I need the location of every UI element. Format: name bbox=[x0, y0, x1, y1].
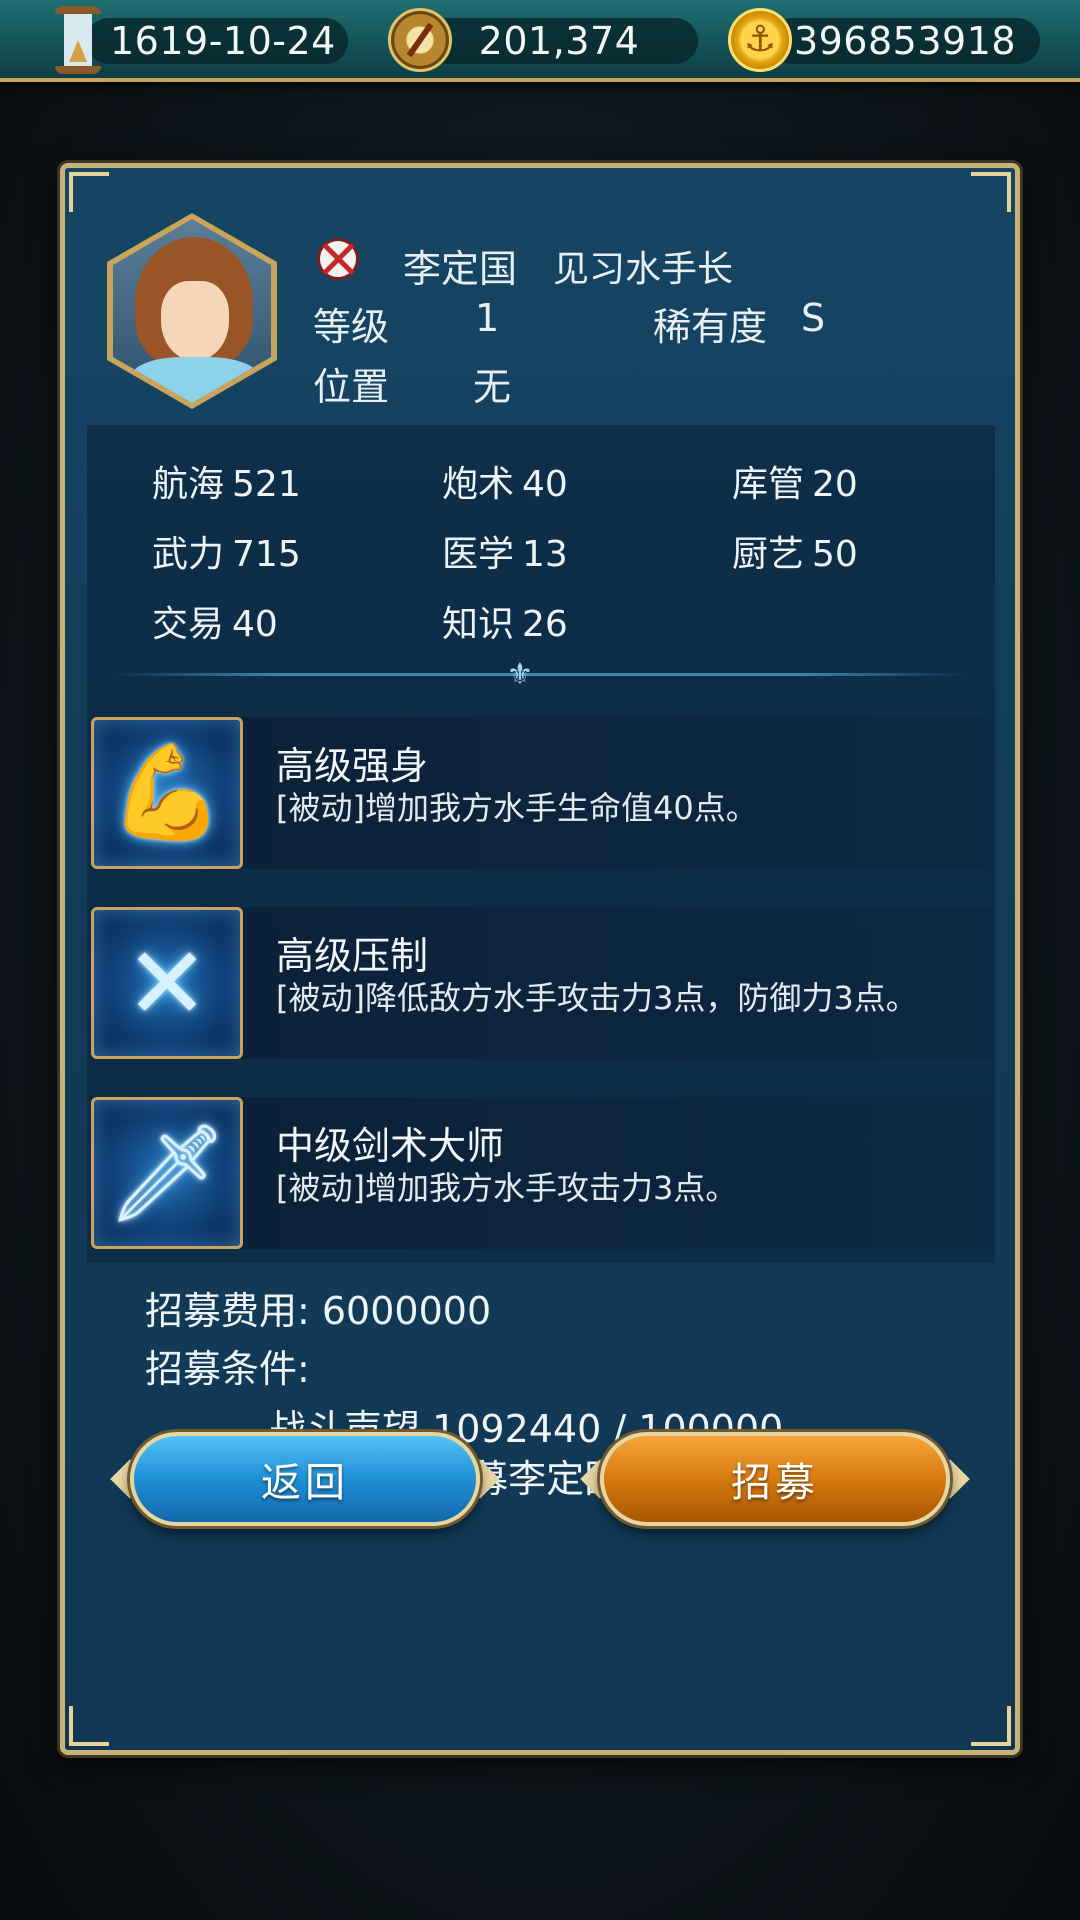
stat-value: 13 bbox=[522, 534, 568, 575]
avatar-portrait bbox=[113, 219, 271, 403]
recruit-button[interactable]: 招募 bbox=[600, 1432, 950, 1526]
rarity-value: S bbox=[801, 296, 826, 340]
back-button[interactable]: 返回 bbox=[130, 1432, 480, 1526]
stat-label: 交易 bbox=[152, 604, 225, 645]
sword-icon: 🗡 bbox=[91, 1097, 243, 1249]
corner-ornament bbox=[971, 1706, 1011, 1746]
rarity-label: 稀有度 bbox=[653, 305, 768, 349]
stat-value: 26 bbox=[522, 604, 568, 645]
avatar-face bbox=[161, 281, 229, 361]
compass-value: 201,374 bbox=[478, 19, 640, 63]
stat-medicine: 医学 13 bbox=[442, 525, 568, 577]
gold-display: 396853918 bbox=[770, 18, 1040, 64]
stats-skills-box: 航海 521 炮术 40 库管 20 武力 715 医学 13 厨艺 50 交易 40 知识 2… bbox=[87, 423, 995, 1263]
stat-label: 库管 bbox=[732, 464, 805, 505]
date-value: 1619-10-24 bbox=[110, 19, 336, 63]
skill-row[interactable]: 🗡 中级剑术大师 [被动]增加我方水手攻击力3点。 bbox=[91, 1097, 991, 1249]
stat-value: 40 bbox=[522, 464, 568, 505]
skill-description: [被动]增加我方水手攻击力3点。 bbox=[276, 1169, 738, 1207]
skill-description: [被动]降低敌方水手攻击力3点，防御力3点。 bbox=[276, 979, 918, 1017]
corner-ornament bbox=[69, 1706, 109, 1746]
recruit-cost: 招募费用: 6000000 bbox=[145, 1289, 492, 1333]
skill-description: [被动]增加我方水手生命值40点。 bbox=[276, 789, 758, 827]
stat-force: 武力 715 bbox=[152, 525, 301, 577]
officer-avatar bbox=[107, 213, 277, 409]
stat-storage: 库管 20 bbox=[732, 455, 858, 507]
compass-display: 201,374 bbox=[420, 18, 698, 64]
position-value: 无 bbox=[473, 365, 512, 409]
avatar-scarf bbox=[131, 357, 259, 403]
skill-name: 中级剑术大师 bbox=[276, 1124, 505, 1168]
stat-label: 厨艺 bbox=[732, 534, 805, 575]
stat-gunnery: 炮术 40 bbox=[442, 455, 568, 507]
stat-knowledge: 知识 26 bbox=[442, 595, 568, 647]
stat-value: 40 bbox=[232, 604, 278, 645]
gold-value: 396853918 bbox=[793, 19, 1017, 63]
stat-value: 715 bbox=[232, 534, 301, 575]
recruit-conditions-label: 招募条件: bbox=[145, 1347, 310, 1391]
stat-label: 航海 bbox=[152, 464, 225, 505]
stat-label: 炮术 bbox=[442, 464, 515, 505]
stat-trade: 交易 40 bbox=[152, 595, 278, 647]
date-display: 1619-10-24 bbox=[86, 18, 348, 64]
skill-name: 高级压制 bbox=[276, 934, 429, 978]
crossed-chains-icon: ✕ bbox=[91, 907, 243, 1059]
crossed-flag-icon bbox=[317, 238, 359, 280]
corner-ornament bbox=[971, 172, 1011, 212]
gold-coin-icon bbox=[728, 8, 792, 72]
skill-name: 高级强身 bbox=[276, 744, 429, 788]
section-divider bbox=[109, 673, 969, 676]
skill-row[interactable]: ✕ 高级压制 [被动]降低敌方水手攻击力3点，防御力3点。 bbox=[91, 907, 991, 1059]
stat-value: 20 bbox=[812, 464, 858, 505]
flexed-arm-icon: 💪 bbox=[91, 717, 243, 869]
stat-navigation: 航海 521 bbox=[152, 455, 301, 507]
officer-name: 李定国 bbox=[403, 247, 518, 291]
officer-title: 见习水手长 bbox=[553, 249, 734, 290]
hourglass-icon bbox=[55, 6, 101, 74]
stat-cooking: 厨艺 50 bbox=[732, 525, 858, 577]
stat-value: 50 bbox=[812, 534, 858, 575]
stat-label: 医学 bbox=[442, 534, 515, 575]
compass-icon bbox=[388, 8, 452, 72]
fleur-ornament-icon: ⚜ bbox=[506, 657, 534, 692]
stat-label: 知识 bbox=[442, 604, 515, 645]
position-label: 位置 bbox=[313, 365, 390, 409]
stat-value: 521 bbox=[232, 464, 301, 505]
level-label: 等级 bbox=[313, 305, 390, 349]
resource-bar: 1619-10-24 201,374 396853918 bbox=[0, 0, 1080, 82]
corner-ornament bbox=[69, 172, 109, 212]
skill-row[interactable]: 💪 高级强身 [被动]增加我方水手生命值40点。 bbox=[91, 717, 991, 869]
stat-label: 武力 bbox=[152, 534, 225, 575]
level-value: 1 bbox=[475, 296, 500, 340]
